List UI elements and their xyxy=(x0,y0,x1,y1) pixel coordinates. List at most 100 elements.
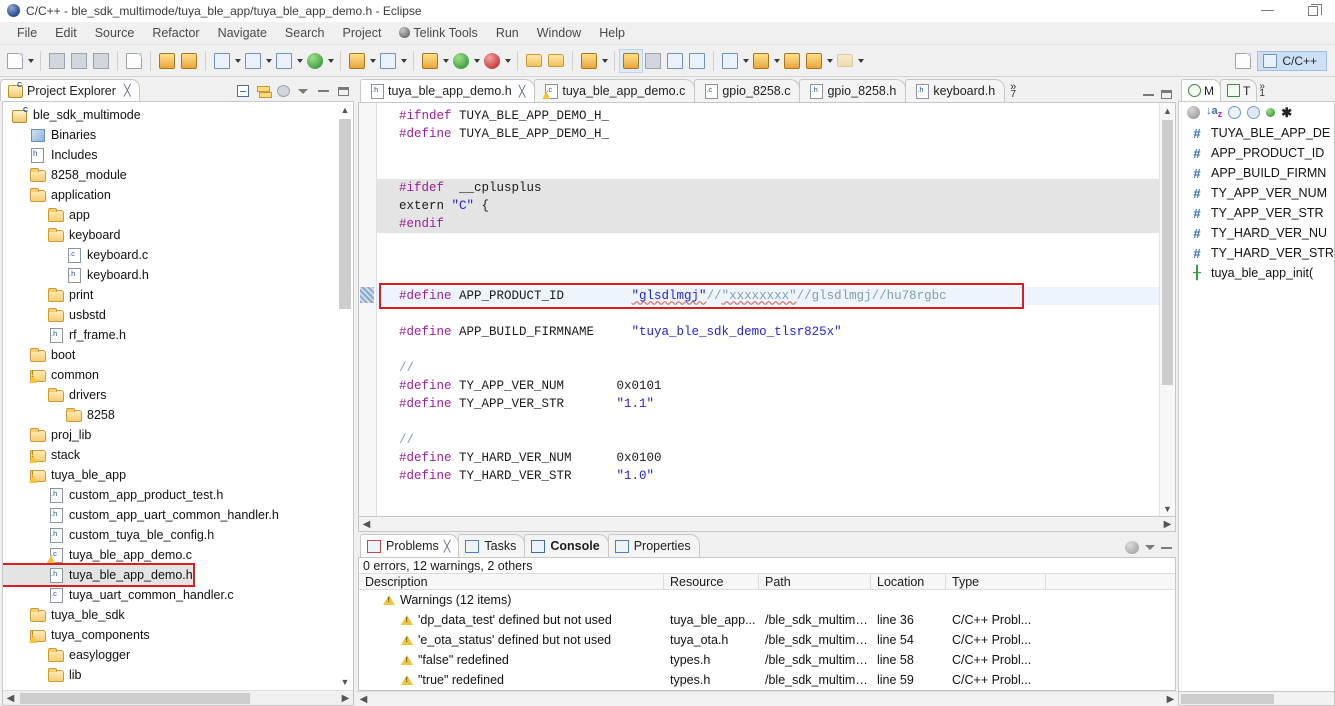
tree-item-binaries[interactable]: Binaries xyxy=(3,125,353,145)
source-code-text[interactable]: #ifndef TUYA_BLE_APP_DEMO_H_ #define TUYA… xyxy=(377,103,1159,516)
code-line[interactable] xyxy=(377,251,1159,269)
scrollbar-thumb[interactable] xyxy=(339,119,351,309)
menu-edit[interactable]: Edit xyxy=(46,24,86,42)
outline-item[interactable]: # APP_BUILD_FIRMN xyxy=(1179,163,1334,183)
problems-row[interactable]: 'dp_data_test' defined but not used tuya_… xyxy=(359,610,1175,630)
code-line[interactable]: #define TY_APP_VER_STR "1.1" xyxy=(377,395,1159,413)
save-all-button[interactable] xyxy=(68,50,90,72)
new-wizard-button[interactable] xyxy=(4,50,26,72)
print-button[interactable] xyxy=(90,50,112,72)
bottom-tab-problems[interactable]: Problems ╳ xyxy=(360,534,460,557)
new-target-dropdown[interactable] xyxy=(326,50,335,72)
tree-item-usbstd[interactable]: usbstd xyxy=(3,305,353,325)
scrollbar-thumb[interactable] xyxy=(1181,693,1274,704)
hide-nonpublic-icon[interactable] xyxy=(1266,108,1276,117)
outline-item[interactable]: # TUYA_BLE_APP_DE xyxy=(1179,123,1334,143)
back-button[interactable] xyxy=(803,50,825,72)
last-edit-button[interactable] xyxy=(781,50,803,72)
menu-window[interactable]: Window xyxy=(528,24,590,42)
forward-button[interactable] xyxy=(834,50,856,72)
tree-item-custom-tuya-ble-config-h[interactable]: custom_tuya_ble_config.h xyxy=(3,525,353,545)
new-target-button[interactable] xyxy=(304,50,326,72)
bottom-tab-tasks[interactable]: Tasks xyxy=(458,534,526,557)
run-dropdown[interactable] xyxy=(472,50,481,72)
minimize-editor-button[interactable] xyxy=(1143,93,1154,96)
tree-vertical-scrollbar[interactable]: ▲ ▼ xyxy=(338,103,352,689)
scroll-down-icon[interactable]: ▼ xyxy=(1160,501,1175,516)
scrollbar-thumb[interactable] xyxy=(1162,120,1173,385)
tree-horizontal-scrollbar[interactable]: ◀ ▶ xyxy=(3,690,353,705)
tree-item-tuya-uart-common-handler-c[interactable]: tuya_uart_common_handler.c xyxy=(3,585,353,605)
editor-tab-gpio-8258-h[interactable]: gpio_8258.h xyxy=(799,79,907,102)
tab-project-explorer[interactable]: Project Explorer ╳ xyxy=(0,79,140,101)
outline-item[interactable]: # TY_HARD_VER_NU xyxy=(1179,223,1334,243)
focus-active-task-icon[interactable] xyxy=(1187,106,1200,119)
tree-item-keyboard-h[interactable]: keyboard.h xyxy=(3,265,353,285)
view-menu-button[interactable] xyxy=(1125,541,1139,554)
build-hammer-button[interactable] xyxy=(346,50,368,72)
menu-source[interactable]: Source xyxy=(86,24,144,42)
back-dropdown[interactable] xyxy=(825,50,834,72)
tree-item-print[interactable]: print xyxy=(3,285,353,305)
problems-row[interactable]: "true" redefined types.h/ble_sdk_multimo.… xyxy=(359,670,1175,690)
code-line[interactable] xyxy=(377,161,1159,179)
code-line[interactable]: extern "C" { xyxy=(377,197,1159,215)
scroll-left-icon[interactable]: ◀ xyxy=(359,519,374,530)
hide-fields-icon[interactable] xyxy=(1228,106,1242,119)
tree-item-custom-app-product-test-h[interactable]: custom_app_product_test.h xyxy=(3,485,353,505)
project-tree[interactable]: ble_sdk_multimode Binaries Includes 8258_mo… xyxy=(3,102,353,690)
tree-item-8258-module[interactable]: 8258_module xyxy=(3,165,353,185)
tree-item-lib[interactable]: lib xyxy=(3,665,353,685)
open-folder-2-button[interactable] xyxy=(545,50,567,72)
code-line[interactable]: #define TUYA_BLE_APP_DEMO_H_ xyxy=(377,125,1159,143)
debug-bug-button[interactable] xyxy=(178,50,200,72)
tree-item-8258[interactable]: 8258 xyxy=(3,405,353,425)
collapse-view-button[interactable] xyxy=(1161,546,1172,549)
editor-tab-tuya-ble-app-demo-h[interactable]: tuya_ble_app_demo.h ╳ xyxy=(360,79,536,102)
outline-tab-t[interactable]: T xyxy=(1220,79,1258,101)
build-all-button[interactable] xyxy=(156,50,178,72)
minimize-view-button[interactable] xyxy=(1145,545,1155,550)
code-line[interactable] xyxy=(377,413,1159,431)
link-with-editor-button[interactable] xyxy=(255,83,272,99)
code-line[interactable]: #endif xyxy=(377,215,1159,233)
scroll-left-icon[interactable]: ◀ xyxy=(356,694,371,705)
editor-tab-gpio-8258-c[interactable]: gpio_8258.c xyxy=(694,79,801,102)
code-line[interactable]: #define APP_PRODUCT_ID "glsdlmgj"//"xxxx… xyxy=(377,287,1159,305)
collapse-view-button[interactable] xyxy=(315,83,331,99)
clean-button[interactable] xyxy=(377,50,399,72)
tree-item-application[interactable]: application xyxy=(3,185,353,205)
tree-item-tuya-components[interactable]: tuya_components xyxy=(3,625,353,645)
show-whitespace-button[interactable] xyxy=(664,50,686,72)
column-header-path[interactable]: Path xyxy=(759,574,871,589)
outline-more-tabs-button[interactable]: » 1 xyxy=(1256,79,1268,101)
new-c-project-dropdown[interactable] xyxy=(233,50,242,72)
scroll-track[interactable] xyxy=(18,692,338,704)
more-tabs-button[interactable]: » 7 xyxy=(1004,79,1022,102)
collapse-all-button[interactable] xyxy=(235,83,251,99)
code-line[interactable] xyxy=(377,269,1159,287)
tree-item-app[interactable]: app xyxy=(3,205,353,225)
problems-horizontal-scrollbar[interactable]: ◀ ▶ xyxy=(356,691,1178,706)
scroll-track[interactable] xyxy=(374,519,1160,530)
scroll-track[interactable] xyxy=(371,694,1163,705)
outline-tab-m[interactable]: M xyxy=(1181,79,1221,101)
column-header-description[interactable]: Description xyxy=(359,574,664,589)
hash-filter-icon[interactable]: ✱ xyxy=(1281,105,1292,121)
code-line[interactable] xyxy=(377,305,1159,323)
code-line[interactable]: #define APP_BUILD_FIRMNAME "tuya_ble_sdk… xyxy=(377,323,1159,341)
tree-item-stack[interactable]: stack xyxy=(3,445,353,465)
outline-item[interactable]: # TY_APP_VER_STR xyxy=(1179,203,1334,223)
menu-telink-tools[interactable]: Telink Tools xyxy=(390,24,486,42)
outline-list[interactable]: # TUYA_BLE_APP_DE # APP_PRODUCT_ID # APP_BUIL… xyxy=(1178,123,1335,692)
open-folder-button[interactable] xyxy=(523,50,545,72)
scroll-right-icon[interactable]: ▶ xyxy=(1163,694,1178,705)
column-header-type[interactable]: Type xyxy=(946,574,1046,589)
restore-button[interactable] xyxy=(1290,0,1335,22)
maximize-editor-button[interactable] xyxy=(1161,90,1172,99)
tree-item-includes[interactable]: Includes xyxy=(3,145,353,165)
scroll-left-icon[interactable]: ◀ xyxy=(3,693,18,704)
outline-item[interactable]: # TY_HARD_VER_STR xyxy=(1179,243,1334,263)
hide-static-icon[interactable] xyxy=(1247,106,1261,119)
scroll-right-icon[interactable]: ▶ xyxy=(1160,519,1175,530)
